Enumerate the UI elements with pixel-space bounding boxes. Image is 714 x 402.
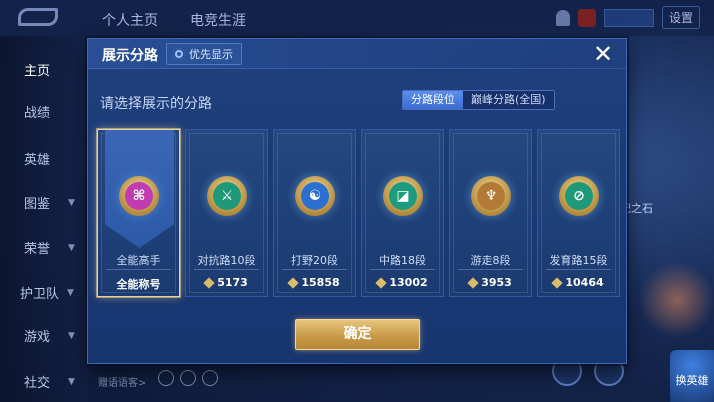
card-divider <box>370 269 435 270</box>
roam-emblem-icon: ♆ <box>477 182 505 210</box>
lane-card-value: 10464 <box>538 276 619 289</box>
priority-display-label: 优先显示 <box>189 48 233 61</box>
lane-card[interactable]: ♆ 游走8段 3953 <box>449 129 532 297</box>
sidebar-item-label: 游戏 <box>24 330 51 345</box>
tab-lane-rank[interactable]: 分路段位 <box>403 91 463 109</box>
sidebar-item-label: 战绩 <box>24 106 51 121</box>
rank-points-icon <box>467 276 479 289</box>
lane-emblem: ♆ <box>471 176 511 216</box>
lane-card[interactable]: ⊘ 发育路15段 10464 <box>537 129 620 297</box>
dialog-title: 展示分路 <box>102 48 158 64</box>
app-logo-icon <box>18 8 58 26</box>
close-button[interactable]: ✕ <box>590 41 616 67</box>
badge-icon[interactable] <box>202 370 218 386</box>
chevron-down-icon: ▼ <box>67 287 74 298</box>
priority-display-button[interactable]: 优先显示 <box>166 43 242 65</box>
lane-card[interactable]: ☯ 打野20段 15858 <box>273 129 356 297</box>
sidebar-item-home[interactable]: 主页 <box>24 60 50 79</box>
confirm-button[interactable]: 确定 <box>295 319 420 350</box>
change-hero-button[interactable]: 换英雄 <box>670 350 714 402</box>
sidebar-item-games[interactable]: 游戏 ▼ <box>24 326 75 345</box>
all-rounder-emblem-icon: ⌘ <box>125 182 153 210</box>
lane-card[interactable]: ⚔ 对抗路10段 5173 <box>185 129 268 297</box>
card-divider <box>106 269 171 270</box>
clash-lane-emblem-icon: ⚔ <box>213 182 241 210</box>
mid-lane-emblem-icon: ◪ <box>389 182 417 210</box>
dialog-header: 展示分路 优先显示 <box>88 39 626 69</box>
lane-card-value: 15858 <box>274 276 355 289</box>
hero-glow <box>640 260 714 340</box>
tab-esports-career[interactable]: 电竞生涯 <box>190 10 246 30</box>
lane-card-value-text: 10464 <box>565 276 604 289</box>
jungle-emblem-icon: ☯ <box>301 182 329 210</box>
emoji-icon[interactable] <box>158 370 174 386</box>
card-divider <box>194 269 259 270</box>
sidebar-item-social[interactable]: 社交 ▼ <box>24 372 75 391</box>
lane-card[interactable]: ⌘ 全能高手全能称号 <box>97 129 180 297</box>
chevron-down-icon: ▼ <box>68 197 75 208</box>
app-top-bar: 个人主页 电竞生涯 设置 <box>0 0 714 36</box>
settings-button[interactable]: 设置 <box>661 6 700 29</box>
lane-card-label: 游走8段 <box>470 254 511 267</box>
rank-points-icon <box>375 276 388 289</box>
sidebar-item-label: 社交 <box>24 376 51 391</box>
sidebar-item-codex[interactable]: 图鉴 ▼ <box>24 193 75 212</box>
lane-card-value-text: 3953 <box>481 276 512 289</box>
avatar[interactable] <box>577 8 596 27</box>
lane-card-label: 全能高手 <box>116 254 161 267</box>
sidebar-item-label: 主页 <box>24 64 51 79</box>
farm-lane-emblem-icon: ⊘ <box>565 182 593 210</box>
tab-personal-home[interactable]: 个人主页 <box>102 10 158 30</box>
rank-points-icon <box>203 276 215 289</box>
tab-peak-lane-national[interactable]: 巅峰分路(全国) <box>463 91 554 109</box>
lane-card-value: 全能称号 <box>98 276 179 292</box>
lane-mode-toggle: 分路段位 巅峰分路(全国) <box>402 90 555 110</box>
show-lane-dialog: 展示分路 优先显示 ✕ 请选择展示的分路 分路段位 巅峰分路(全国) ⌘ 全能高手… <box>87 38 627 364</box>
lane-card-label: 打野20段 <box>291 254 338 267</box>
sidebar-item-label: 荣誉 <box>24 242 51 257</box>
lane-card-value: 13002 <box>362 276 443 289</box>
bottom-hint[interactable]: 赠语语客> <box>98 374 146 389</box>
lane-card[interactable]: ◪ 中路18段 13002 <box>361 129 444 297</box>
sidebar-item-record[interactable]: 战绩 <box>24 102 50 121</box>
close-icon: ✕ <box>592 40 614 68</box>
lane-card-label: 对抗路10段 <box>197 254 256 267</box>
sidebar-item-label: 图鉴 <box>24 197 51 212</box>
chevron-down-icon: ▼ <box>68 330 75 341</box>
lane-card-label: 中路18段 <box>379 254 426 267</box>
user-info-box <box>603 8 654 27</box>
gear-icon <box>173 48 185 60</box>
lane-card-value: 5173 <box>186 276 267 289</box>
lane-card-value-text: 5173 <box>217 276 248 289</box>
sidebar-item-guard[interactable]: 护卫队 ▼ <box>20 283 74 302</box>
select-lane-prompt: 请选择展示的分路 <box>100 96 212 112</box>
lane-card-value-text: 15858 <box>301 276 340 289</box>
lane-card-value-text: 全能称号 <box>116 278 161 291</box>
lane-emblem: ⚔ <box>207 176 247 216</box>
lane-card-value-text: 13002 <box>389 276 428 289</box>
lane-emblem: ⊘ <box>559 176 599 216</box>
rank-points-icon <box>287 276 300 289</box>
card-divider <box>546 269 611 270</box>
lane-emblem: ◪ <box>383 176 423 216</box>
chevron-down-icon: ▼ <box>68 242 75 253</box>
sidebar-item-honor[interactable]: 荣誉 ▼ <box>24 238 75 257</box>
sidebar: 主页 战绩 英雄 图鉴 ▼ 荣誉 ▼ 护卫队 ▼ 游戏 ▼ 社交 ▼ <box>0 36 88 402</box>
rank-points-icon <box>551 276 564 289</box>
sidebar-item-heroes[interactable]: 英雄 <box>24 149 50 168</box>
lane-emblem: ☯ <box>295 176 335 216</box>
lane-card-label: 发育路15段 <box>549 254 608 267</box>
sidebar-item-label: 英雄 <box>24 153 51 168</box>
lane-card-list: ⌘ 全能高手全能称号 ⚔ 对抗路10段 5173 ☯ 打野20段 15858 ◪ 中路18段 130… <box>97 129 620 297</box>
lane-emblem: ⌘ <box>119 176 159 216</box>
sidebar-item-label: 护卫队 <box>20 287 60 302</box>
lane-card-value: 3953 <box>450 276 531 289</box>
hero-icon[interactable] <box>180 370 196 386</box>
card-divider <box>282 269 347 270</box>
bell-icon[interactable] <box>555 9 570 26</box>
card-divider <box>458 269 523 270</box>
chevron-down-icon: ▼ <box>68 376 75 387</box>
